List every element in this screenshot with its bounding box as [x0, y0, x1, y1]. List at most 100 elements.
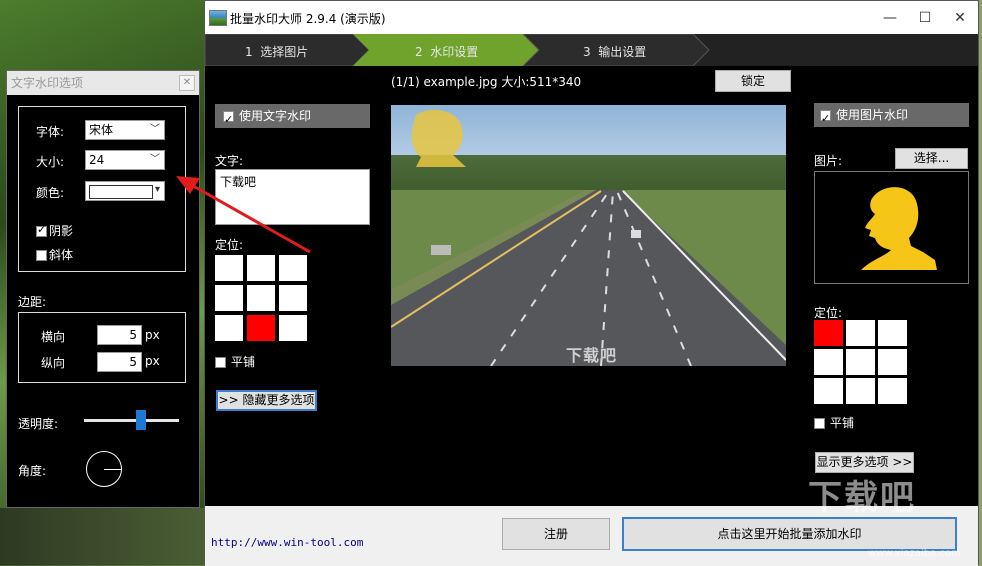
close-button[interactable]: ✕: [945, 7, 975, 29]
image-position-cell-5[interactable]: [846, 349, 875, 375]
image-watermark-checkbox[interactable]: [820, 107, 831, 131]
horizontal-margin-input[interactable]: 5: [97, 325, 142, 345]
dropdown-arrow-icon: ▾: [154, 184, 160, 195]
preview-road: [391, 109, 786, 366]
opacity-slider-thumb[interactable]: [136, 410, 146, 430]
shadow-option[interactable]: 阴影: [36, 222, 73, 239]
step-3[interactable]: 3 输出设置: [583, 43, 646, 60]
lock-button[interactable]: 锁定: [715, 70, 791, 92]
choose-image-button[interactable]: 选择...: [895, 148, 968, 169]
register-button[interactable]: 注册: [502, 518, 610, 550]
text-watermark-header[interactable]: 使用文字水印: [215, 104, 370, 132]
image-position-cell-1[interactable]: [814, 320, 843, 346]
size-label: 大小:: [36, 155, 65, 169]
color-label: 颜色:: [36, 186, 65, 200]
image-position-grid: [814, 320, 907, 404]
profile-silhouette-image: [861, 187, 937, 270]
image-position-cell-9[interactable]: [878, 378, 907, 404]
image-tile-option[interactable]: 平铺: [814, 414, 854, 431]
image-label: 图片:: [814, 154, 843, 168]
start-watermark-button[interactable]: 点击这里开始批量添加水印: [622, 517, 957, 551]
preview-image: 下载吧: [391, 105, 786, 366]
image-watermark-preview: [814, 171, 969, 284]
text-position-cell-7[interactable]: [215, 315, 243, 341]
opacity-label: 透明度:: [18, 417, 59, 431]
text-tile-label: 平铺: [231, 355, 256, 369]
step-2-label: 水印设置: [430, 45, 479, 59]
site-watermark-url: www.xiazaiba.com: [868, 548, 961, 559]
image-position-cell-4[interactable]: [814, 349, 843, 375]
image-position-cell-8[interactable]: [846, 378, 875, 404]
title-bar[interactable]: 批量水印大师 2.9.4 (演示版) — ☐ ✕: [205, 1, 978, 34]
size-value: 24: [89, 153, 105, 167]
vertical-unit: px: [145, 354, 160, 368]
horizontal-label: 横向: [41, 330, 66, 344]
italic-checkbox[interactable]: [36, 250, 47, 261]
color-picker[interactable]: ▾: [85, 181, 165, 201]
image-tile-label: 平铺: [830, 416, 855, 430]
step-2-num: 2: [415, 45, 423, 59]
dialog-title-bar[interactable]: 文字水印选项 ✕: [7, 71, 199, 95]
text-tile-option[interactable]: 平铺: [215, 353, 255, 370]
image-position-cell-6[interactable]: [878, 349, 907, 375]
font-select[interactable]: 宋体 ﹀: [85, 120, 165, 140]
image-position-cell-3[interactable]: [878, 320, 907, 346]
image-position-cell-7[interactable]: [814, 378, 843, 404]
vertical-margin-input[interactable]: 5: [97, 352, 142, 372]
info-bar: (1/1) example.jpg 大小:511*340 锁定: [205, 66, 978, 96]
horizontal-unit: px: [145, 328, 160, 342]
text-label: 文字:: [215, 154, 244, 168]
file-info: (1/1) example.jpg 大小:511*340: [391, 75, 582, 89]
margin-label: 边距:: [18, 295, 47, 309]
text-position-cell-9[interactable]: [279, 315, 307, 341]
step-3-num: 3: [583, 45, 591, 59]
text-position-cell-2[interactable]: [247, 255, 275, 281]
font-label: 字体:: [36, 125, 65, 139]
site-watermark-logo: 下载吧: [808, 478, 916, 518]
window-title: 批量水印大师 2.9.4 (演示版): [230, 12, 386, 26]
text-position-cell-8[interactable]: [247, 315, 275, 341]
preview-watermark-text: 下载吧: [566, 346, 618, 365]
chevron-down-icon: ﹀: [150, 154, 160, 165]
vertical-label: 纵向: [41, 356, 66, 370]
text-watermark-label: 使用文字水印: [239, 109, 312, 123]
text-watermark-checkbox[interactable]: [223, 108, 234, 132]
margin-groupbox: [18, 312, 186, 383]
text-tile-checkbox[interactable]: [215, 357, 226, 368]
dialog-title: 文字水印选项: [11, 76, 84, 90]
step-1-label: 选择图片: [260, 45, 309, 59]
minimize-button[interactable]: —: [875, 7, 905, 29]
text-position-label: 定位:: [215, 238, 244, 252]
font-value: 宋体: [89, 123, 114, 137]
color-swatch: [89, 185, 153, 199]
steps-bar: 1 选择图片 2 水印设置 3 输出设置: [205, 34, 978, 66]
shadow-checkbox[interactable]: [36, 223, 47, 237]
size-select[interactable]: 24 ﹀: [85, 150, 165, 170]
step-3-label: 输出设置: [598, 45, 647, 59]
maximize-button[interactable]: ☐: [910, 7, 940, 29]
angle-label: 角度:: [18, 464, 47, 478]
text-position-cell-1[interactable]: [215, 255, 243, 281]
app-icon: [209, 10, 227, 26]
text-position-cell-6[interactable]: [279, 285, 307, 311]
opacity-slider-track[interactable]: [84, 419, 179, 422]
shadow-label: 阴影: [49, 224, 74, 238]
step-1[interactable]: 1 选择图片: [245, 43, 308, 60]
dialog-close-button[interactable]: ✕: [179, 75, 195, 91]
angle-indicator: [104, 469, 121, 470]
image-position-label: 定位:: [814, 306, 843, 320]
text-position-cell-5[interactable]: [247, 285, 275, 311]
italic-label: 斜体: [49, 248, 74, 262]
image-tile-checkbox[interactable]: [814, 418, 825, 429]
text-position-grid: [215, 255, 307, 341]
text-position-cell-3[interactable]: [279, 255, 307, 281]
italic-option[interactable]: 斜体: [36, 246, 73, 263]
image-position-cell-2[interactable]: [846, 320, 875, 346]
image-watermark-header[interactable]: 使用图片水印: [814, 103, 969, 131]
chevron-down-icon: ﹀: [150, 124, 160, 135]
website-link[interactable]: http://www.win-tool.com: [211, 536, 363, 549]
hide-more-options-button[interactable]: >> 隐藏更多选项: [216, 390, 317, 411]
watermark-text-input[interactable]: 下载吧: [215, 169, 370, 225]
step-2[interactable]: 2 水印设置: [415, 43, 478, 60]
text-position-cell-4[interactable]: [215, 285, 243, 311]
